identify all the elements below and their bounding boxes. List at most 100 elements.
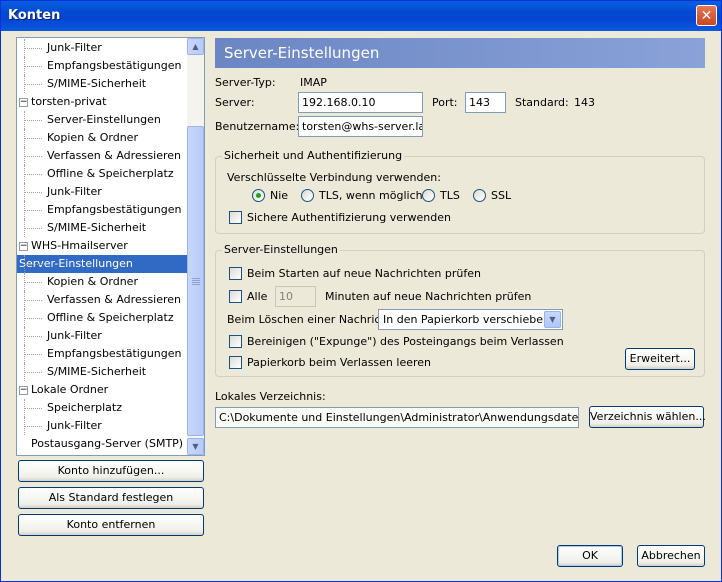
expunge-checkbox[interactable] [229, 335, 242, 348]
tree-connector [24, 309, 25, 327]
tree-item[interactable]: Junk-Filter [17, 417, 187, 435]
ok-button[interactable]: OK [557, 545, 623, 567]
tree-item[interactable]: Junk-Filter [17, 39, 187, 57]
tree-item-label: torsten-privat [31, 95, 107, 108]
server-input[interactable]: 192.168.0.10 [298, 92, 423, 113]
expunge-label[interactable]: Bereinigen ("Expunge") des Posteingangs … [247, 335, 564, 348]
set-default-button[interactable]: Als Standard festlegen [18, 487, 204, 509]
chevron-down-icon[interactable]: ▼ [544, 311, 561, 328]
collapse-icon[interactable]: − [19, 98, 28, 107]
tree-connector [24, 219, 25, 237]
port-label: Port: [432, 96, 458, 109]
advanced-button[interactable]: Erweitert... [625, 348, 695, 370]
tree-connector [24, 57, 25, 75]
tree-item[interactable]: Verfassen & Adressieren [17, 147, 187, 165]
tree-item[interactable]: Lokale Ordner − [17, 381, 187, 399]
tree-connector [24, 399, 25, 417]
tree-item-label: Postausgang-Server (SMTP) [31, 437, 184, 450]
tree-item[interactable]: Server-Einstellungen [17, 111, 187, 129]
empty-trash-label[interactable]: Papierkorb beim Verlassen leeren [247, 356, 431, 369]
encryption-label: Verschlüsselte Verbindung verwenden: [227, 171, 441, 184]
tree-connector [24, 174, 42, 175]
local-dir-input[interactable]: C:\Dokumente und Einstellungen\Administr… [215, 407, 579, 428]
tree-connector [24, 372, 42, 373]
tree-item[interactable]: S/MIME-Sicherheit [17, 219, 187, 237]
on-delete-select[interactable]: In den Papierkorb verschieben ▼ [378, 309, 563, 330]
collapse-icon[interactable]: − [19, 242, 28, 251]
scrollbar-thumb[interactable] [187, 126, 204, 436]
tree-item[interactable]: Kopien & Ordner [17, 273, 187, 291]
tree-item[interactable]: S/MIME-Sicherheit [17, 363, 187, 381]
tree-item-label: Verfassen & Adressieren [47, 149, 182, 162]
scroll-up-icon[interactable]: ▲ [187, 38, 204, 55]
tree-item[interactable]: Offline & Speicherplatz [17, 165, 187, 183]
page-title: Server-Einstellungen [215, 38, 705, 68]
tree-connector [24, 210, 42, 211]
account-tree[interactable]: Junk-Filter Empfangsbestätigungen S/MIME-S… [16, 37, 205, 456]
tree-scrollbar[interactable]: ▲ ▼ [187, 38, 204, 455]
scroll-down-icon[interactable]: ▼ [187, 438, 204, 455]
tree-item-label: Empfangsbestätigungen [47, 203, 182, 216]
tree-item[interactable]: Junk-Filter [17, 327, 187, 345]
collapse-icon[interactable]: − [19, 386, 28, 395]
tree-item-label: Junk-Filter [47, 329, 102, 342]
tree-connector [24, 264, 42, 265]
secure-auth-checkbox[interactable] [229, 211, 242, 224]
check-on-start-label[interactable]: Beim Starten auf neue Nachrichten prüfen [247, 267, 481, 280]
check-every-checkbox[interactable] [229, 290, 242, 303]
tree-item[interactable]: Junk-Filter [17, 183, 187, 201]
tree-item[interactable]: Empfangsbestätigungen [17, 201, 187, 219]
radio-tls-label[interactable]: TLS [440, 189, 460, 202]
tree-connector [24, 408, 42, 409]
standard-label: Standard: [515, 96, 569, 109]
remove-account-button[interactable]: Konto entfernen [18, 514, 204, 536]
tree-item[interactable]: torsten-privat − [17, 93, 187, 111]
tree-item[interactable]: Empfangsbestätigungen [17, 57, 187, 75]
radio-ssl-label[interactable]: SSL [491, 189, 511, 202]
tree-item[interactable]: Empfangsbestätigungen [17, 345, 187, 363]
tree-item[interactable]: Postausgang-Server (SMTP) [17, 435, 187, 453]
add-account-button[interactable]: Konto hinzufügen... [18, 460, 204, 482]
check-on-start-checkbox[interactable] [229, 267, 242, 280]
tree-connector [24, 417, 25, 435]
tree-item[interactable]: Kopien & Ordner [17, 129, 187, 147]
radio-tls[interactable] [422, 189, 435, 202]
title-bar[interactable]: Konten ✕ [1, 1, 721, 31]
cancel-button[interactable]: Abbrechen [637, 545, 705, 567]
close-icon[interactable]: ✕ [696, 5, 717, 26]
secure-auth-label[interactable]: Sichere Authentifizierung verwenden [247, 211, 451, 224]
tree-connector [24, 282, 42, 283]
tree-item[interactable]: WHS-Hmailserver − [17, 237, 187, 255]
tree-item-label: Junk-Filter [47, 41, 102, 54]
tree-item-label: S/MIME-Sicherheit [47, 77, 147, 90]
tree-connector [24, 318, 42, 319]
radio-tls-if-possible[interactable] [301, 189, 314, 202]
radio-ssl[interactable] [473, 189, 486, 202]
radio-never[interactable] [252, 189, 265, 202]
tree-item[interactable]: Speicherplatz [17, 399, 187, 417]
minutes-input[interactable]: 10 [275, 286, 316, 307]
radio-never-label[interactable]: Nie [270, 189, 288, 202]
choose-directory-button[interactable]: Verzeichnis wählen... [589, 406, 706, 428]
tree-item[interactable]: S/MIME-Sicherheit [17, 75, 187, 93]
check-every-label[interactable]: Alle [247, 290, 267, 303]
tree-item[interactable]: Verfassen & Adressieren [17, 291, 187, 309]
empty-trash-checkbox[interactable] [229, 356, 242, 369]
radio-tls-if-possible-label[interactable]: TLS, wenn möglich [319, 189, 423, 202]
tree-item-label: Kopien & Ordner [47, 131, 138, 144]
username-input[interactable]: torsten@whs-server.lan [298, 116, 423, 137]
on-delete-selected-value: In den Papierkorb verschieben [383, 313, 550, 326]
username-label: Benutzername: [215, 120, 300, 133]
tree-connector [24, 255, 25, 273]
tree-connector [24, 165, 25, 183]
tree-item-label: Speicherplatz [47, 401, 122, 414]
tree-item[interactable]: Server-Einstellungen [17, 255, 187, 273]
tree-connector [24, 183, 25, 201]
tree-item-label: S/MIME-Sicherheit [47, 365, 147, 378]
tree-item[interactable]: Offline & Speicherplatz [17, 309, 187, 327]
accounts-dialog: Konten ✕ Junk-Filter Empfangsbestätigunge… [0, 0, 722, 582]
tree-connector [24, 426, 42, 427]
port-input[interactable]: 143 [465, 92, 506, 113]
tree-item-label: Kopien & Ordner [47, 275, 138, 288]
tree-connector [24, 138, 42, 139]
